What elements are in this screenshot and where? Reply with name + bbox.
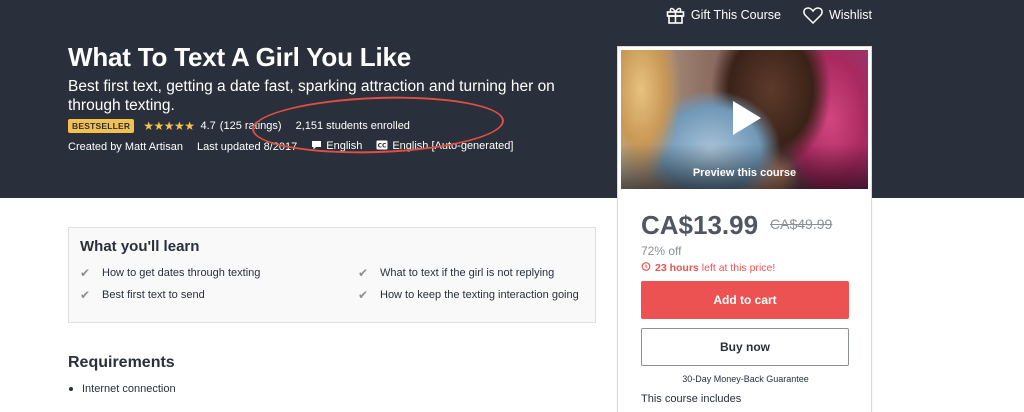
learn-item: ✔ How to get dates through texting xyxy=(80,266,260,280)
checkmark-icon: ✔ xyxy=(358,288,369,302)
requirement-item: Internet connection xyxy=(68,383,176,395)
requirements-heading: Requirements xyxy=(68,354,175,371)
what-you-learn-box: What you'll learn ✔ How to get dates thro… xyxy=(68,227,596,323)
discount-percent: 72% off xyxy=(641,244,682,258)
language-label: English xyxy=(326,140,363,152)
language-info: English xyxy=(311,140,362,153)
created-by: Created by Matt Artisan xyxy=(68,140,183,153)
play-icon xyxy=(733,101,761,135)
captions-info: CC English [Auto-generated] xyxy=(376,140,513,153)
course-preview-video[interactable]: Preview this course xyxy=(621,50,868,189)
money-back-guarantee: 30-Day Money-Back Guarantee xyxy=(682,374,809,384)
preview-label: Preview this course xyxy=(692,167,797,179)
add-to-cart-button[interactable]: Add to cart xyxy=(641,281,849,319)
gift-icon xyxy=(666,6,685,24)
checkmark-icon: ✔ xyxy=(80,266,91,280)
bullet-icon xyxy=(69,387,73,391)
countdown-hours: 23 hours xyxy=(655,261,699,274)
current-price: CA$13.99 xyxy=(641,210,759,240)
bestseller-badge: BESTSELLER xyxy=(68,119,135,133)
course-stats: BESTSELLER ★★★★★ 4.7 (125 ratings) 2,151… xyxy=(68,119,410,133)
original-price: CA$49.99 xyxy=(770,216,833,232)
gift-course-button[interactable]: Gift This Course xyxy=(666,6,781,24)
purchase-sidebar: Preview this course CA$13.99 CA$49.99 72… xyxy=(617,46,872,412)
checkmark-icon: ✔ xyxy=(80,288,91,302)
ratings-count-link[interactable]: (125 ratings) xyxy=(220,120,282,132)
learn-item: ✔ How to keep the texting interaction goi… xyxy=(358,288,579,302)
enrolled-count: 2,151 students enrolled xyxy=(295,120,410,132)
speech-bubble-icon xyxy=(311,140,322,153)
learn-item: ✔ Best first text to send xyxy=(80,288,205,302)
heart-icon xyxy=(803,6,823,24)
wishlist-button[interactable]: Wishlist xyxy=(803,6,872,24)
learn-item-text: How to keep the texting interaction goin… xyxy=(380,289,579,301)
last-updated: Last updated 8/2017 xyxy=(196,140,298,153)
course-subtitle: Best first text, getting a date fast, sp… xyxy=(68,78,555,114)
captions-label: English [Auto-generated] xyxy=(392,140,514,152)
rating-value: 4.7 xyxy=(200,120,216,132)
learn-item-text: Best first text to send xyxy=(102,289,205,301)
top-actions: Gift This Course Wishlist xyxy=(666,6,872,24)
course-title: What To Text A Girl You Like xyxy=(68,42,412,72)
closed-captions-icon: CC xyxy=(376,140,388,153)
learn-item-text: What to text if the girl is not replying xyxy=(380,267,555,279)
countdown-text: left at this price! xyxy=(701,261,776,274)
course-meta: Created by Matt Artisan Last updated 8/2… xyxy=(68,140,527,153)
rating-stars-icon: ★★★★★ xyxy=(143,119,195,133)
svg-text:CC: CC xyxy=(378,143,387,150)
gift-label: Gift This Course xyxy=(690,8,781,22)
checkmark-icon: ✔ xyxy=(358,266,369,280)
wishlist-label: Wishlist xyxy=(828,8,872,22)
price-countdown: 23 hours left at this price! xyxy=(641,261,775,274)
alarm-clock-icon xyxy=(641,261,651,274)
learn-item-text: How to get dates through texting xyxy=(102,267,261,279)
learn-heading: What you'll learn xyxy=(80,238,200,255)
buy-now-button[interactable]: Buy now xyxy=(641,328,849,366)
requirement-text: Internet connection xyxy=(82,383,176,395)
course-includes-heading: This course includes xyxy=(641,393,742,405)
learn-item: ✔ What to text if the girl is not replyin… xyxy=(358,266,554,280)
